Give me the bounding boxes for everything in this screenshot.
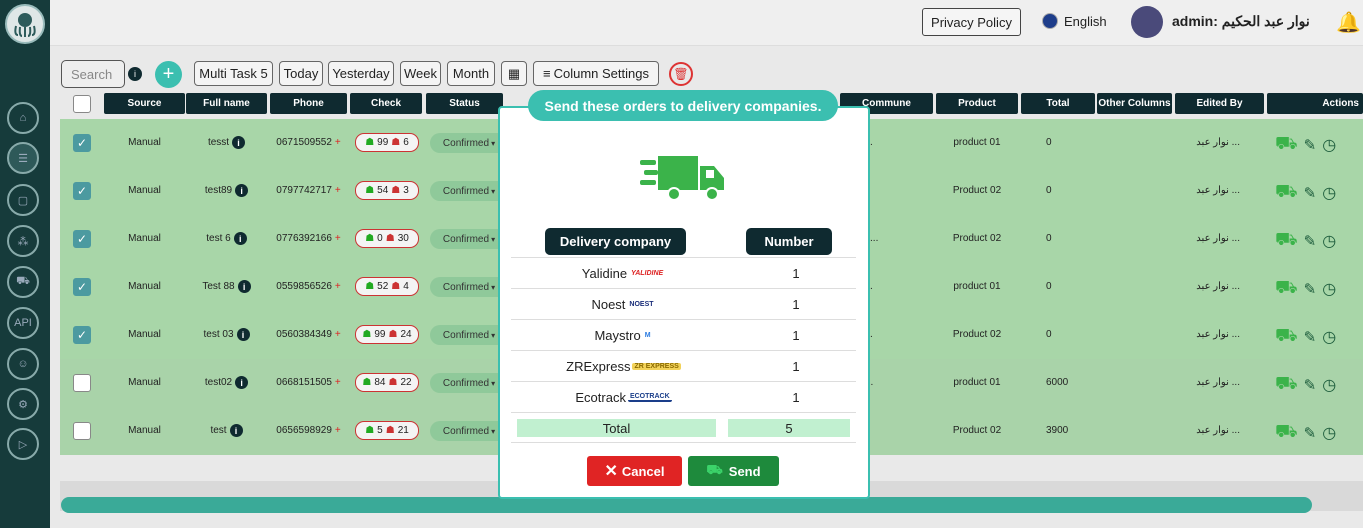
company-row: Ecotrack ECOTRACK 1 [511, 381, 856, 412]
divider [511, 412, 856, 413]
company-name: Maystro [594, 327, 641, 343]
company-name: Yalidine [581, 265, 628, 281]
company-logo: M [644, 331, 651, 339]
company-row: ZRExpress ZR EXPRESS 1 [511, 350, 856, 381]
truck-icon: ⛟ [706, 462, 723, 477]
total-value: 5 [728, 419, 850, 437]
modal-title: Send these orders to delivery companies. [528, 90, 838, 121]
company-number: 1 [792, 296, 800, 312]
divider [511, 442, 856, 443]
send-button[interactable]: ⛟ Send [688, 456, 779, 486]
company-name: Noest [591, 296, 626, 312]
company-logo: ECOTRACK [627, 392, 672, 402]
company-row: Yalidine YALIDINE 1 [511, 257, 856, 288]
company-number: 1 [792, 358, 800, 374]
company-row: Noest NOEST 1 [511, 288, 856, 319]
send-label: Send [728, 463, 761, 479]
company-number: 1 [792, 327, 800, 343]
total-label: Total [517, 419, 716, 437]
company-name: Ecotrack [575, 389, 626, 405]
company-number: 1 [792, 389, 800, 405]
cancel-button[interactable]: ✕ Cancel [587, 456, 682, 486]
delivery-company-header: Delivery company [545, 228, 686, 255]
company-logo: ZR EXPRESS [632, 362, 681, 370]
company-number: 1 [792, 265, 800, 281]
cancel-label: Cancel [621, 463, 665, 479]
company-logo: YALIDINE [631, 269, 664, 277]
close-icon: ✕ [604, 463, 618, 480]
delivery-truck-icon [640, 154, 726, 207]
company-name: ZRExpress [566, 358, 631, 374]
company-logo: NOEST [629, 300, 654, 308]
number-header: Number [746, 228, 832, 255]
company-row: Maystro M 1 [511, 319, 856, 350]
